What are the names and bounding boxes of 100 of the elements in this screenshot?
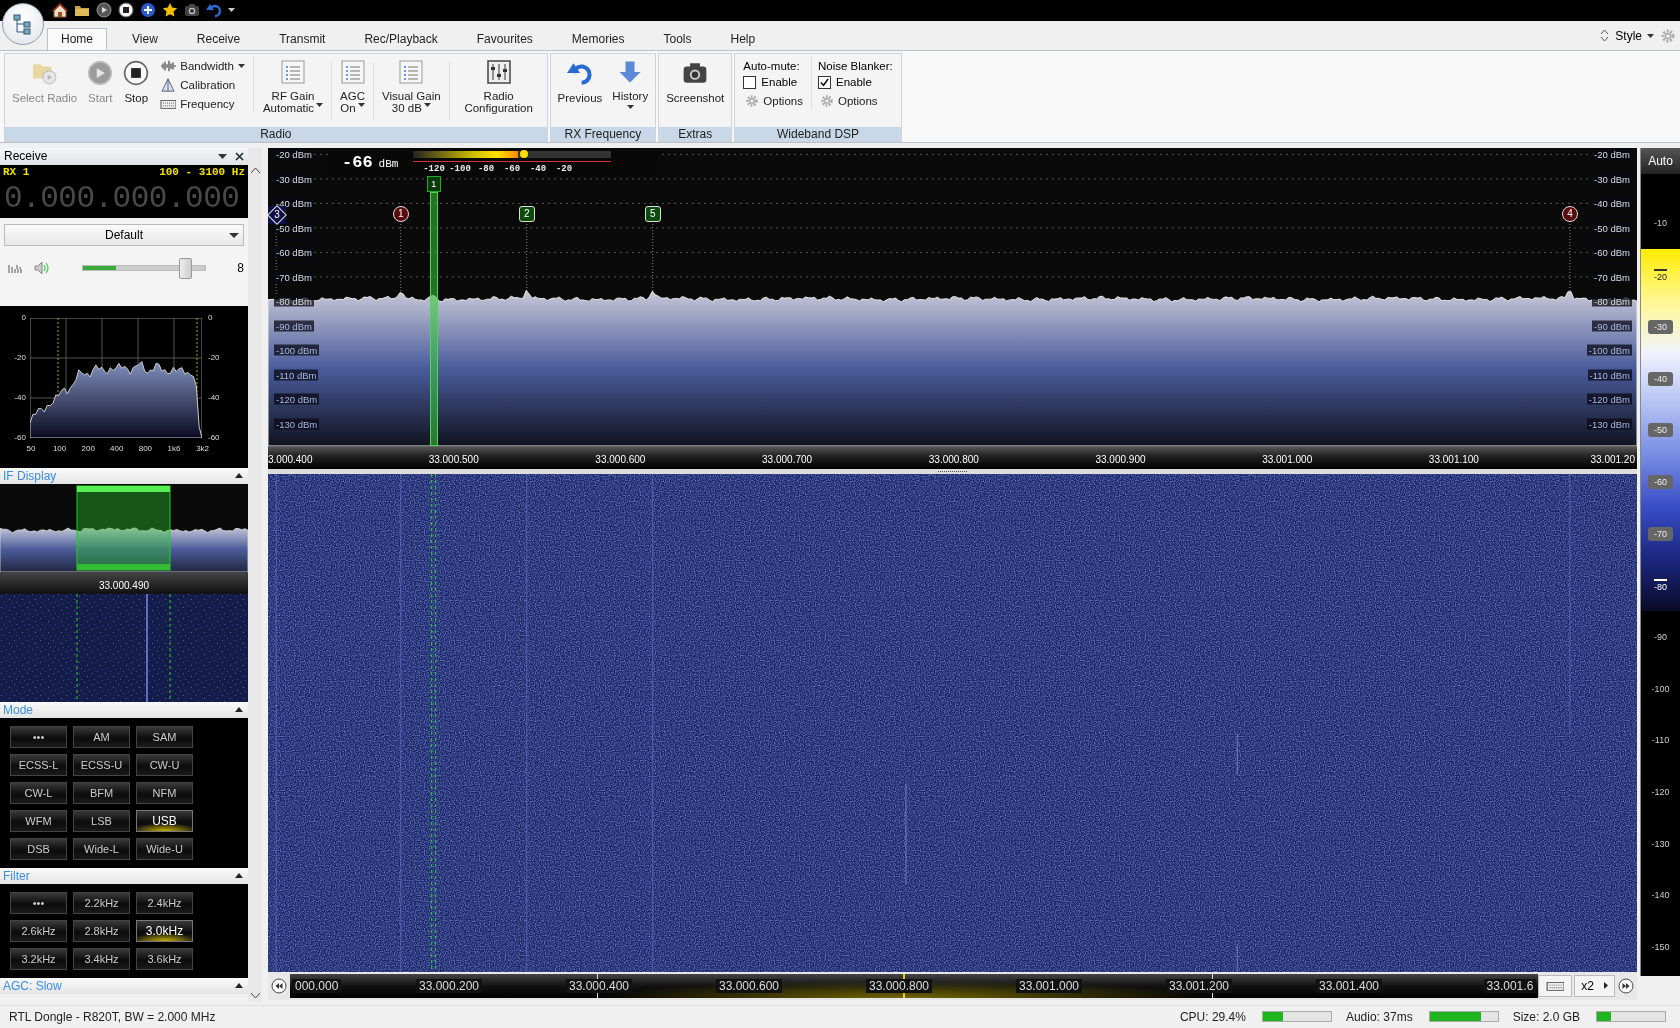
play-icon[interactable] xyxy=(96,2,112,19)
mode-button[interactable]: SAM xyxy=(136,725,193,748)
app-menu-button[interactable] xyxy=(2,3,44,45)
close-icon[interactable] xyxy=(235,151,244,161)
ribbon-button[interactable]: AGC On xyxy=(335,55,370,115)
frequency-marker[interactable]: 3 xyxy=(268,205,286,224)
checkbox-label[interactable]: Enable xyxy=(835,76,872,89)
options-button[interactable]: Options xyxy=(817,92,893,109)
filter-button[interactable]: 3.0kHz xyxy=(136,919,193,942)
axis-label: 33.001.000 xyxy=(1015,978,1083,993)
ribbon-button[interactable]: Radio Configuration xyxy=(452,55,545,115)
mode-button[interactable]: NFM xyxy=(136,781,193,804)
status-text: Size: 2.0 GB xyxy=(1512,1009,1580,1024)
ribbon-tab[interactable]: Memories xyxy=(557,27,639,50)
ribbon-button[interactable]: History xyxy=(607,55,654,116)
axis-label: 33.000.600 xyxy=(715,978,783,993)
preset-dropdown[interactable]: Default xyxy=(4,223,244,246)
axis-label: -40 dBm xyxy=(274,197,314,209)
mode-button[interactable]: LSB xyxy=(73,809,130,832)
checkbox[interactable] xyxy=(817,75,831,89)
filter-button[interactable]: 2.2kHz xyxy=(73,891,130,914)
scrollbar[interactable] xyxy=(248,147,262,1002)
scale-label: -120 xyxy=(1651,787,1670,798)
mode-button[interactable]: ••• xyxy=(10,725,67,748)
time-frequency-bar[interactable]: 000.000 33.000.200 33.000.400 33.000.600 33.000.800 33.001.000 33.001.200 33.001.400 33.001.6 xyxy=(290,973,1539,998)
mode-button[interactable]: CW-L xyxy=(10,781,67,804)
ribbon-button[interactable]: Screenshot xyxy=(661,55,730,105)
ribbon-button[interactable]: Previous xyxy=(552,55,608,105)
collapse-icon[interactable] xyxy=(235,473,243,479)
collapse-icon[interactable] xyxy=(235,983,243,989)
mode-button[interactable]: ECSS-L xyxy=(10,753,67,776)
filter-button[interactable]: 3.2kHz xyxy=(10,947,67,970)
star-icon[interactable] xyxy=(162,2,178,19)
ribbon-small-button[interactable]: Frequency xyxy=(158,95,247,112)
ribbon-tab[interactable]: Transmit xyxy=(265,27,340,50)
slider-thumb[interactable] xyxy=(179,258,193,280)
frequency-label: 33.000.490 xyxy=(98,579,150,593)
scale-label: -70 xyxy=(1648,526,1673,541)
style-dropdown[interactable]: Style xyxy=(1615,28,1654,43)
mode-button[interactable]: BFM xyxy=(73,781,130,804)
axis-label: -110 dBm xyxy=(274,369,319,381)
mode-button[interactable]: DSB xyxy=(10,837,67,860)
sliders-icon xyxy=(486,59,511,84)
filter-button[interactable]: 2.8kHz xyxy=(73,919,130,942)
ribbon-button[interactable]: Visual Gain 30 dB xyxy=(377,55,446,115)
section-title: IF Display xyxy=(3,468,57,483)
splitter-handle-icon[interactable] xyxy=(937,470,968,474)
filter-button[interactable]: 2.4kHz xyxy=(136,891,193,914)
zoom-button[interactable]: x2 xyxy=(1574,974,1615,997)
speaker-icon[interactable] xyxy=(34,260,50,275)
options-button[interactable]: Options xyxy=(743,92,805,109)
filter-button[interactable]: 3.4kHz xyxy=(73,947,130,970)
home-icon[interactable] xyxy=(52,2,68,19)
filter-button[interactable]: 2.6kHz xyxy=(10,919,67,942)
ribbon-tab[interactable]: Rec/Playback xyxy=(350,27,452,50)
caret-icon[interactable] xyxy=(228,7,235,13)
scale-label: -50 xyxy=(1648,423,1673,438)
collapse-icon[interactable] xyxy=(235,707,243,713)
waveform-icon xyxy=(160,58,177,73)
undo-icon[interactable] xyxy=(206,2,222,19)
axis-label: 33.000.800 xyxy=(865,978,933,993)
checkbox-label[interactable]: Enable xyxy=(761,76,798,89)
mode-button[interactable]: CW-U xyxy=(136,753,193,776)
mode-button[interactable]: WFM xyxy=(10,809,67,832)
auto-scale-button[interactable]: Auto xyxy=(1641,147,1680,174)
checkbox[interactable] xyxy=(743,75,757,89)
mode-button[interactable]: USB xyxy=(136,809,193,832)
device-info: RTL Dongle - R820T, BW = 2.000 MHz xyxy=(9,1009,217,1024)
plus-icon[interactable] xyxy=(140,2,156,19)
filter-button[interactable]: 3.6kHz xyxy=(136,947,193,970)
down-arrow-icon xyxy=(618,59,643,84)
ribbon-small-button[interactable]: Bandwidth xyxy=(158,57,247,74)
mode-button[interactable]: Wide-L xyxy=(73,837,130,860)
ribbon-button[interactable]: RF Gain Automatic xyxy=(257,55,329,115)
filter-button[interactable]: ••• xyxy=(10,891,67,914)
frequency-axis[interactable]: 3.000.400 33.000.500 33.000.600 33.000.700 33.000.800 33.000.900 33.001.000 33.001.100 33.001.20 xyxy=(268,445,1637,469)
mode-button[interactable]: AM xyxy=(73,725,130,748)
ribbon-tab[interactable]: Tools xyxy=(649,27,706,50)
camera-icon[interactable] xyxy=(184,2,200,19)
keyboard-button[interactable] xyxy=(1538,974,1573,997)
ribbon-tab[interactable]: Help xyxy=(716,27,770,50)
ribbon-tab[interactable]: View xyxy=(118,27,172,50)
axis-label: 33.000.200 xyxy=(415,978,483,993)
ribbon-small-button[interactable]: Calibration xyxy=(158,76,247,93)
mode-button[interactable]: Wide-U xyxy=(136,837,193,860)
scroll-arrows-icon[interactable] xyxy=(1600,29,1610,43)
ribbon-button[interactable]: Stop xyxy=(118,55,155,105)
ribbon-tab[interactable]: Favourites xyxy=(462,27,547,50)
axis-label: 33.000.900 xyxy=(1095,453,1146,465)
caret-icon[interactable] xyxy=(218,153,227,159)
mode-button[interactable]: ECSS-U xyxy=(73,753,130,776)
collapse-icon[interactable] xyxy=(235,873,243,879)
status-text: Audio: 37ms xyxy=(1345,1009,1413,1024)
axis-label: 50 xyxy=(25,443,37,453)
ribbon-tab[interactable]: Home xyxy=(47,27,107,50)
stop-icon[interactable] xyxy=(118,2,134,19)
ribbon-tab[interactable]: Receive xyxy=(182,27,255,50)
stop-icon xyxy=(123,59,150,86)
receiver-passband[interactable] xyxy=(429,191,438,446)
axis-label: 33.001.20 xyxy=(1590,453,1635,465)
